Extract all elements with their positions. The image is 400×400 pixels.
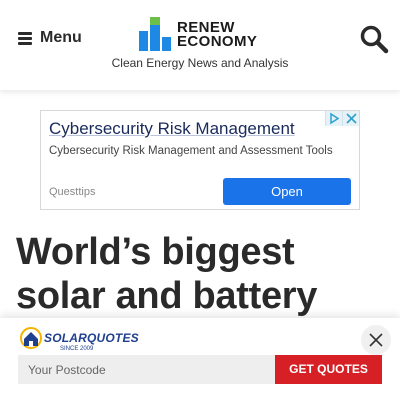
site-tagline: Clean Energy News and Analysis [111,56,289,70]
search-icon[interactable] [359,24,389,54]
ad-source: Questtips [49,186,96,198]
ad-title[interactable]: Cybersecurity Risk Management [49,119,295,139]
close-banner-button[interactable] [361,325,391,355]
logo-mark-icon [139,17,171,51]
ad-close-icon[interactable] [342,111,359,126]
adchoices-icon[interactable] [325,111,342,126]
hamburger-icon [18,32,32,45]
menu-button[interactable]: Menu [18,26,82,50]
site-header: Menu RENEW ECONOMY Clean Energy News and… [0,0,400,90]
get-quotes-button[interactable]: GET QUOTES [275,355,382,384]
solarquotes-since: SINCE 2009 [60,346,94,352]
solarquotes-logo[interactable]: SOLARQUOTES SINCE 2009 [20,324,139,352]
ad-description: Cybersecurity Risk Management and Assess… [49,145,333,157]
close-icon [369,333,383,347]
solarquotes-brand: SOLARQUOTES [44,331,139,345]
ad-choices[interactable] [325,111,359,126]
site-logo[interactable]: RENEW ECONOMY [139,17,264,51]
menu-label: Menu [40,29,82,46]
advertisement[interactable]: Cybersecurity Risk Management Cybersecur… [40,110,360,210]
logo-wordmark: RENEW ECONOMY [177,19,258,50]
ad-open-button[interactable]: Open [223,178,351,205]
postcode-input[interactable] [18,355,275,384]
solarquotes-house-icon [20,327,42,349]
